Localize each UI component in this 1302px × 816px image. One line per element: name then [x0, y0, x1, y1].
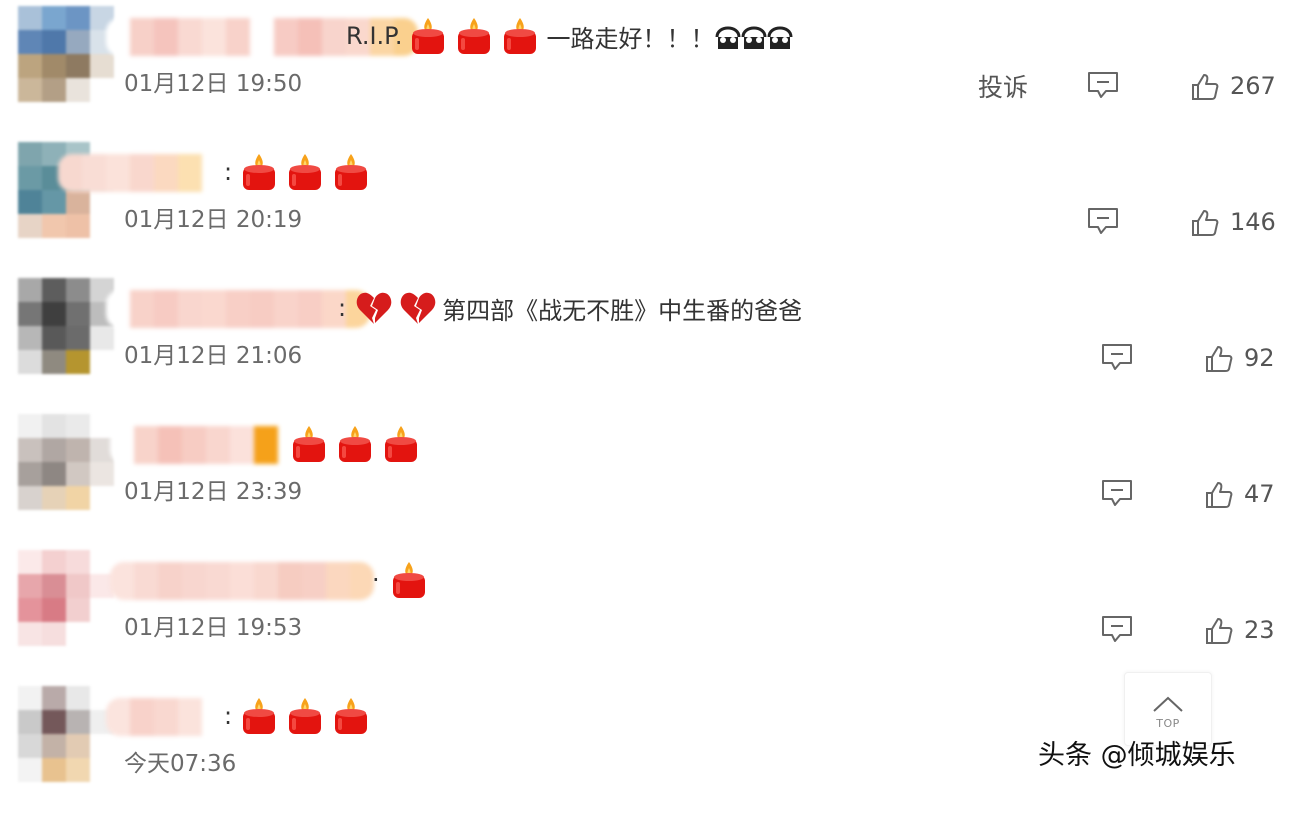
candle-emoji — [392, 562, 425, 598]
colon: · — [372, 566, 380, 594]
candle-emoji — [411, 18, 444, 54]
comment-time: 01月12日 20:19 — [124, 207, 303, 233]
comment-icon[interactable] — [1100, 614, 1134, 644]
candle-emoji — [457, 18, 490, 54]
emoji-group — [240, 152, 378, 192]
username-blurred[interactable] — [58, 154, 226, 192]
username-blurred[interactable] — [106, 290, 370, 328]
comment-time: 01月12日 21:06 — [124, 343, 303, 369]
crying-emoji-group — [715, 21, 793, 51]
candle-emoji — [503, 18, 536, 54]
comment-item: · 01月12日 19:53 23 — [0, 544, 1302, 680]
report-link[interactable]: 投诉 — [978, 68, 1028, 104]
avatar[interactable] — [18, 550, 114, 646]
colon: : — [338, 294, 347, 322]
comment-icon[interactable] — [1086, 70, 1120, 100]
emoji-group — [354, 288, 442, 328]
like-count: 267 — [1230, 72, 1276, 100]
candle-emoji — [335, 698, 368, 734]
candle-emoji — [385, 426, 417, 462]
candle-emoji — [339, 426, 371, 462]
thumbs-up-icon[interactable] — [1190, 208, 1220, 238]
thumbs-up-icon[interactable] — [1204, 616, 1234, 646]
comment-item: 01月12日 23:39 47 — [0, 408, 1302, 544]
comment-text: 一路走好！！！ — [546, 24, 715, 53]
avatar[interactable] — [18, 414, 114, 510]
candle-emoji — [289, 154, 322, 190]
watermark: 头条 @倾城娱乐 — [1038, 740, 1236, 771]
comment-content: : — [222, 149, 378, 195]
colon: : — [224, 702, 233, 730]
thumbs-up-icon[interactable] — [1190, 72, 1220, 102]
avatar[interactable] — [18, 278, 114, 374]
candle-emoji — [335, 154, 368, 190]
thumbs-up-icon[interactable] — [1204, 344, 1234, 374]
comment-time: 01月12日 23:39 — [124, 479, 303, 505]
broken-heart-emoji — [400, 292, 436, 324]
comment-time: 01月12日 19:50 — [124, 71, 303, 97]
comment-content: : 第四部《战无不胜》中生番的爸爸 — [336, 285, 802, 331]
username-blurred[interactable] — [110, 562, 374, 600]
comment-icon[interactable] — [1100, 478, 1134, 508]
comment-content: · — [370, 557, 436, 603]
avatar[interactable] — [18, 686, 114, 782]
candle-emoji — [243, 154, 276, 190]
comment-time: 今天07:36 — [124, 751, 237, 777]
like-count: 92 — [1244, 344, 1275, 372]
emoji-group — [240, 696, 378, 736]
candle-emoji — [289, 698, 322, 734]
comment-content — [290, 421, 428, 467]
comment-content: : — [222, 693, 378, 739]
comment-item: : 01月12日 20:19 146 — [0, 136, 1302, 272]
emoji-group — [390, 560, 436, 600]
comment-icon[interactable] — [1100, 342, 1134, 372]
broken-heart-emoji — [356, 292, 392, 324]
comment-item: : 第四部《战无不胜》中生番的爸爸 01月12日 21:06 92 — [0, 272, 1302, 408]
colon: : — [224, 158, 233, 186]
avatar[interactable] — [18, 6, 114, 102]
candle-emoji — [293, 426, 325, 462]
thumbs-up-icon[interactable] — [1204, 480, 1234, 510]
chevron-up-icon — [1153, 696, 1183, 712]
like-count: 146 — [1230, 208, 1276, 236]
like-count: 23 — [1244, 616, 1275, 644]
comment-time: 01月12日 19:53 — [124, 615, 303, 641]
username-blurred[interactable] — [106, 698, 226, 736]
comment-item: R.I.P. 一路走好！！！ 01月12日 19:50 投诉 267 — [0, 0, 1302, 136]
comment-text: 第四部《战无不胜》中生番的爸爸 — [442, 296, 803, 325]
crying-emoji-group — [715, 26, 793, 49]
emoji-group — [409, 16, 547, 56]
comment-icon[interactable] — [1086, 206, 1120, 236]
comment-content: R.I.P. 一路走好！！！ — [346, 13, 793, 59]
username-blurred[interactable] — [110, 426, 302, 464]
candle-emoji — [243, 698, 276, 734]
back-to-top-label: TOP — [1156, 717, 1180, 730]
comment-prefix: R.I.P. — [346, 22, 403, 50]
like-count: 47 — [1244, 480, 1275, 508]
emoji-group — [290, 424, 428, 464]
